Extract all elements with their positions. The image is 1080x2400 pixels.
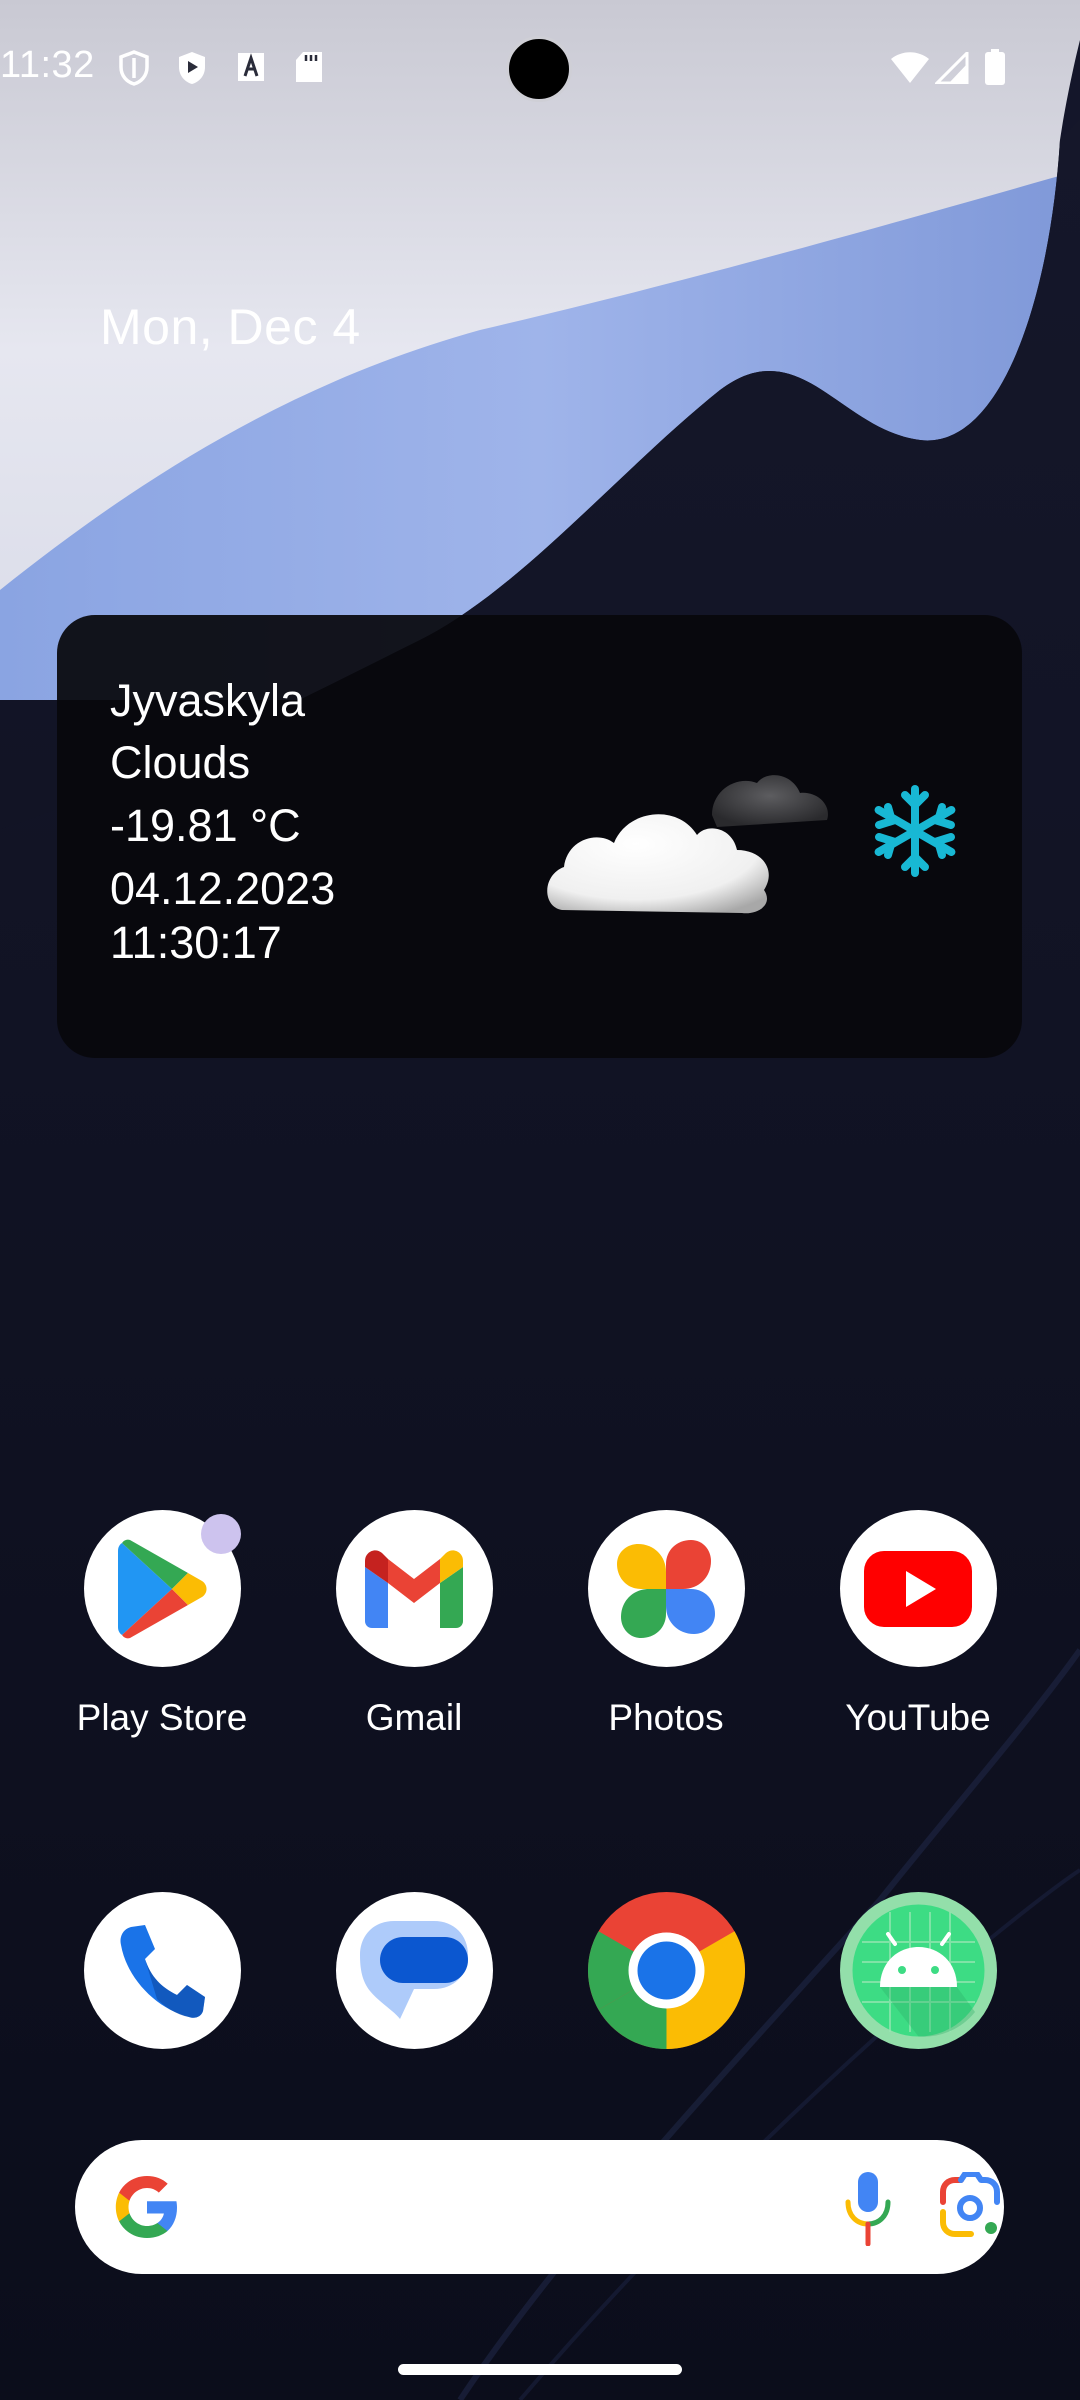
messages-icon-circle (335, 1892, 493, 2049)
play-store-icon (118, 1539, 207, 1638)
app-messages[interactable] (314, 1892, 514, 2049)
shield-play-icon (179, 52, 205, 84)
app-play-store[interactable]: Play Store (62, 1510, 262, 1739)
phone-icon (120, 1924, 205, 2018)
youtube-icon (864, 1550, 972, 1627)
home-date[interactable]: Mon, Dec 4 (100, 298, 361, 356)
app-gmail[interactable]: Gmail (314, 1510, 514, 1739)
camera-cutout (506, 36, 572, 102)
gmail-icon-circle (335, 1510, 493, 1667)
battery-icon (985, 49, 1005, 85)
cellular-signal-icon (935, 52, 969, 84)
app-android[interactable] (818, 1892, 1018, 2049)
wifi-icon (891, 52, 929, 83)
snowflake-icon (874, 785, 956, 877)
app-label-youtube: YouTube (845, 1697, 991, 1738)
weather-widget[interactable]: Jyvaskyla Clouds -19.81 °C 04.12.2023 11… (57, 615, 1022, 1058)
app-label-photos: Photos (608, 1697, 724, 1738)
app-chrome[interactable] (566, 1892, 766, 2049)
app-label-play-store: Play Store (76, 1697, 248, 1738)
cloud-icon (547, 775, 828, 914)
google-search-bar[interactable] (75, 2140, 1004, 2274)
photos-icon-circle (587, 1510, 745, 1667)
weather-city: Jyvaskyla (110, 675, 306, 726)
app-youtube[interactable]: YouTube (818, 1510, 1018, 1739)
weather-temperature: -19.81 °C (110, 800, 301, 851)
chrome-icon-circle (587, 1892, 745, 2049)
font-a-icon (238, 53, 264, 81)
notification-dot (200, 1514, 241, 1554)
shield-outline-icon (119, 50, 149, 86)
app-label-gmail: Gmail (365, 1697, 463, 1738)
messages-icon (360, 1920, 468, 2019)
home-screen: 11:32 Mon, Dec 4 Jyvaskyla Clouds -19.81… (0, 0, 1080, 2400)
weather-time: 11:30:17 (110, 917, 282, 968)
app-photos[interactable]: Photos (566, 1510, 766, 1739)
status-time: 11:32 (0, 44, 95, 86)
phone-icon-circle (83, 1892, 241, 2049)
status-bar: 11:32 (0, 0, 1080, 140)
gmail-icon (365, 1549, 463, 1628)
weather-date: 04.12.2023 (110, 863, 336, 914)
weather-condition: Clouds (110, 737, 251, 788)
app-phone[interactable] (62, 1892, 262, 2049)
google-lens-icon[interactable] (935, 2172, 1005, 2242)
photos-icon (617, 1539, 715, 1638)
sd-card-icon (296, 52, 322, 82)
android-icon-circle (839, 1892, 997, 2049)
google-g-icon (115, 2176, 177, 2238)
chrome-icon (587, 1892, 745, 2049)
microphone-icon[interactable] (843, 2170, 893, 2246)
play-store-icon-circle (83, 1510, 241, 1667)
android-icon (852, 1904, 984, 2037)
youtube-icon-circle (839, 1510, 997, 1667)
gesture-nav-handle[interactable] (398, 2364, 682, 2375)
